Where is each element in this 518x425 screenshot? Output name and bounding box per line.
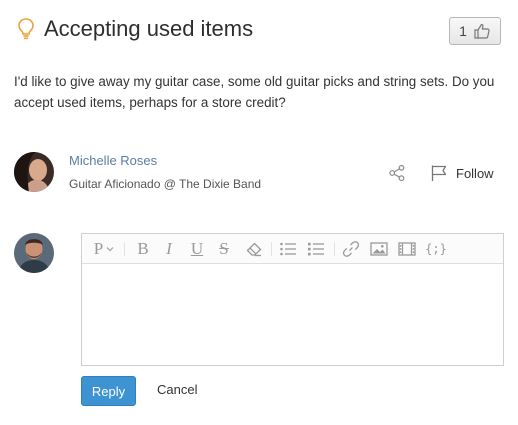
paragraph-format-dropdown[interactable]: P (90, 240, 118, 258)
follow-button[interactable]: Follow (430, 163, 494, 183)
chevron-down-icon (106, 247, 114, 252)
clear-format-button[interactable] (244, 240, 264, 258)
italic-label: I (166, 239, 172, 258)
toolbar-separator (334, 242, 335, 256)
film-icon (398, 242, 416, 256)
eraser-icon (246, 242, 262, 257)
insert-link-button[interactable] (341, 240, 361, 258)
underline-button[interactable]: U (188, 240, 206, 258)
cancel-button[interactable]: Cancel (157, 382, 197, 397)
bold-label: B (137, 239, 149, 258)
link-icon (342, 241, 360, 257)
flag-icon (431, 165, 447, 181)
insert-image-button[interactable] (369, 240, 389, 258)
underline-label: U (190, 239, 204, 258)
numbered-list-icon (308, 242, 324, 256)
numbered-list-button[interactable] (306, 240, 326, 258)
reply-button[interactable]: Reply (81, 376, 136, 406)
reply-editor: P B I U S {;} (81, 233, 504, 366)
author-title: Guitar Aficionado @ The Dixie Band (69, 177, 262, 191)
bold-button[interactable]: B (134, 240, 152, 258)
bullet-list-button[interactable] (278, 240, 298, 258)
like-count: 1 (459, 23, 467, 39)
author-avatar[interactable] (14, 152, 54, 192)
lightbulb-icon (15, 17, 37, 41)
editor-toolbar: P B I U S {;} (82, 234, 503, 264)
code-block-button[interactable]: {;} (425, 240, 447, 258)
reply-textarea[interactable] (82, 264, 503, 365)
current-user-avatar (14, 233, 54, 273)
code-block-label: {;} (425, 242, 447, 256)
toolbar-separator (124, 242, 125, 256)
author-name-link[interactable]: Michelle Roses (69, 153, 157, 168)
page-title: Accepting used items (44, 16, 254, 41)
paragraph-format-label: P (93, 239, 104, 258)
toolbar-separator (271, 242, 272, 256)
like-button[interactable]: 1 (449, 17, 501, 45)
bullet-list-icon (280, 242, 296, 256)
insert-video-button[interactable] (397, 240, 417, 258)
question-body: I'd like to give away my guitar case, so… (14, 74, 495, 110)
strikethrough-button[interactable]: S (215, 240, 233, 258)
strikethrough-label: S (219, 239, 229, 258)
italic-button[interactable]: I (160, 240, 178, 258)
image-icon (370, 242, 388, 256)
share-icon[interactable] (388, 164, 406, 182)
follow-label: Follow (456, 165, 494, 181)
thumbs-up-icon (474, 23, 490, 39)
